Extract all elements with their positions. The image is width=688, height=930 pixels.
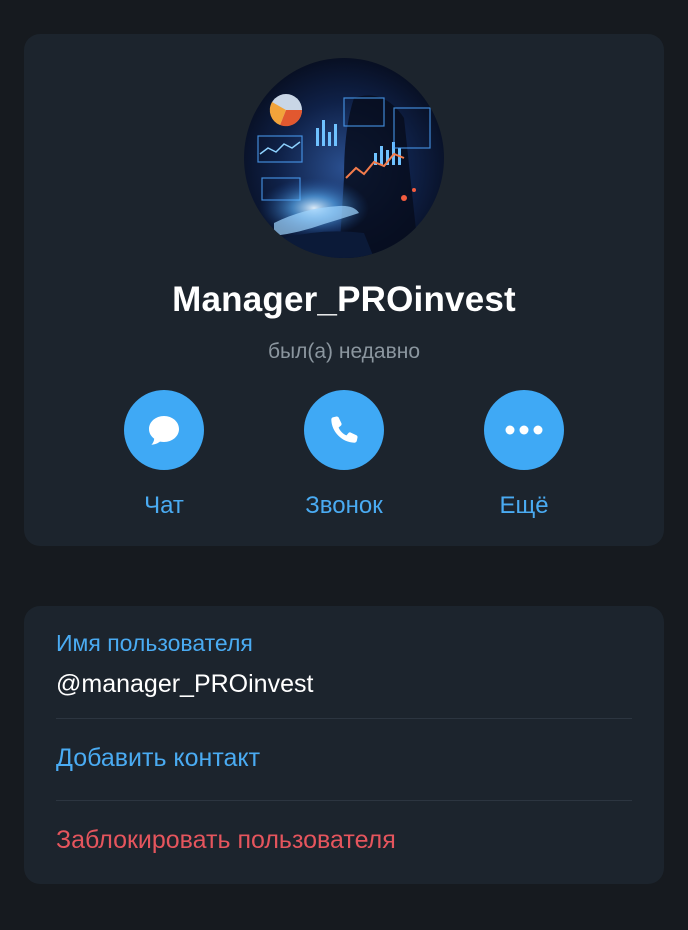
- chat-bubble-icon: [149, 416, 179, 445]
- avatar[interactable]: [244, 58, 444, 258]
- call-button-circle[interactable]: [304, 390, 384, 470]
- chat-button-circle[interactable]: [124, 390, 204, 470]
- block-user-button[interactable]: Заблокировать пользователя: [56, 826, 632, 855]
- username-value[interactable]: @manager_PROinvest: [56, 670, 313, 699]
- divider: [56, 718, 632, 719]
- last-seen-status: был(а) недавно: [267, 340, 421, 363]
- username-caption: Имя пользователя: [56, 630, 253, 656]
- profile-card: Manager_PROinvest был(а) недавно Чат Зво…: [24, 34, 664, 546]
- more-dots-icon: [505, 425, 543, 435]
- call-button-label: Звонок: [305, 492, 383, 519]
- chat-button-label: Чат: [144, 492, 184, 519]
- more-button-circle[interactable]: [484, 390, 564, 470]
- divider: [56, 800, 632, 801]
- profile-name: Manager_PROinvest: [172, 280, 516, 319]
- chat-button[interactable]: Чат: [104, 390, 224, 530]
- phone-icon: [331, 416, 358, 443]
- more-button[interactable]: Ещё: [464, 390, 584, 530]
- call-button[interactable]: Звонок: [284, 390, 404, 530]
- more-button-label: Ещё: [499, 492, 549, 519]
- add-contact-button[interactable]: Добавить контакт: [56, 744, 632, 773]
- info-card: Имя пользователя @manager_PROinvest Доба…: [24, 606, 664, 884]
- finance-dashboard-avatar-image: [244, 58, 444, 258]
